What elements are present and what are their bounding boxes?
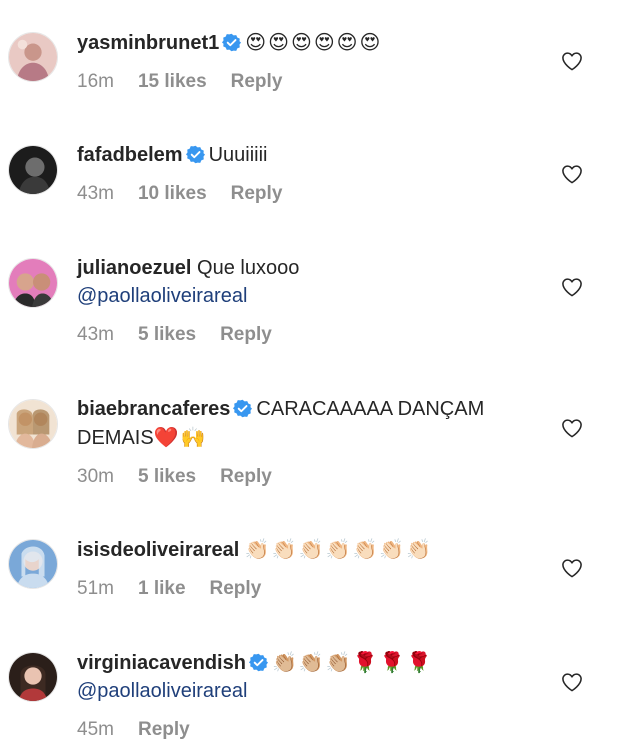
- timestamp: 45m: [77, 719, 114, 740]
- emoji-text: 👏🏼👏🏼👏🏼🌹🌹🌹: [271, 650, 434, 674]
- comment-body: Uuuiiiii: [208, 144, 268, 166]
- likes-link[interactable]: 15 likes: [138, 71, 207, 92]
- heart-outline-icon[interactable]: [561, 418, 583, 438]
- username-link[interactable]: biaebrancaferes: [77, 398, 230, 420]
- reply-button[interactable]: Reply: [231, 183, 283, 204]
- comment-text: fafadbelem Uuuiiiii: [77, 141, 547, 169]
- username-link[interactable]: fafadbelem: [77, 144, 183, 166]
- comment-meta: 51m 1 like Reply: [77, 578, 547, 600]
- timestamp: 51m: [77, 578, 114, 599]
- verified-badge-icon: [249, 653, 268, 672]
- verified-badge-icon: [222, 33, 241, 52]
- avatar[interactable]: [8, 32, 58, 82]
- avatar[interactable]: [8, 399, 58, 449]
- emoji-text: 😍😍😍😍😍😍: [245, 30, 383, 54]
- avatar[interactable]: [8, 539, 58, 589]
- comment-meta: 16m 15 likes Reply: [77, 71, 547, 93]
- verified-badge-icon: [186, 145, 205, 164]
- avatar[interactable]: [8, 258, 58, 308]
- comment-meta: 30m 5 likes Reply: [77, 466, 547, 488]
- reply-button[interactable]: Reply: [210, 578, 262, 599]
- timestamp: 16m: [77, 71, 114, 92]
- emoji-text: 👏🏻👏🏻👏🏻👏🏻👏🏻👏🏻👏🏻: [244, 537, 434, 561]
- heart-outline-icon[interactable]: [561, 672, 583, 692]
- likes-link[interactable]: 5 likes: [138, 466, 196, 487]
- emoji-text: ❤️🙌: [153, 425, 208, 449]
- heart-outline-icon[interactable]: [561, 164, 583, 184]
- comment-text: virginiacavendish 👏🏼👏🏼👏🏼🌹🌹🌹 @paollaolivei…: [77, 648, 547, 705]
- username-link[interactable]: julianoezuel: [77, 257, 191, 279]
- timestamp: 30m: [77, 466, 114, 487]
- verified-badge-icon: [233, 399, 252, 418]
- reply-button[interactable]: Reply: [138, 719, 190, 740]
- reply-button[interactable]: Reply: [220, 466, 272, 487]
- reply-button[interactable]: Reply: [231, 71, 283, 92]
- reply-button[interactable]: Reply: [220, 324, 272, 345]
- timestamp: 43m: [77, 183, 114, 204]
- username-link[interactable]: yasminbrunet1: [77, 32, 219, 54]
- comment-text: julianoezuel Que luxooo @paollaoliveirar…: [77, 254, 547, 310]
- avatar[interactable]: [8, 652, 58, 702]
- timestamp: 43m: [77, 324, 114, 345]
- mention-link[interactable]: @paollaoliveirareal: [77, 680, 247, 702]
- comment-text: biaebrancaferes CARACAAAAA DANÇAM DEMAIS❤…: [77, 395, 547, 452]
- likes-link[interactable]: 5 likes: [138, 324, 196, 345]
- comment-meta: 43m 5 likes Reply: [77, 324, 547, 346]
- comment-body: Que luxooo: [197, 257, 300, 279]
- username-link[interactable]: isisdeoliveirareal: [77, 539, 239, 561]
- likes-link[interactable]: 10 likes: [138, 183, 207, 204]
- heart-outline-icon[interactable]: [561, 51, 583, 71]
- username-link[interactable]: virginiacavendish: [77, 652, 246, 674]
- comment-meta: 45m Reply: [77, 719, 547, 741]
- heart-outline-icon[interactable]: [561, 277, 583, 297]
- avatar[interactable]: [8, 145, 58, 195]
- comment-text: yasminbrunet1 😍😍😍😍😍😍: [77, 28, 547, 57]
- likes-link[interactable]: 1 like: [138, 578, 186, 599]
- comment-meta: 43m 10 likes Reply: [77, 183, 547, 205]
- mention-link[interactable]: @paollaoliveirareal: [77, 285, 247, 307]
- comment-text: isisdeoliveirareal 👏🏻👏🏻👏🏻👏🏻👏🏻👏🏻👏🏻: [77, 535, 547, 564]
- heart-outline-icon[interactable]: [561, 558, 583, 578]
